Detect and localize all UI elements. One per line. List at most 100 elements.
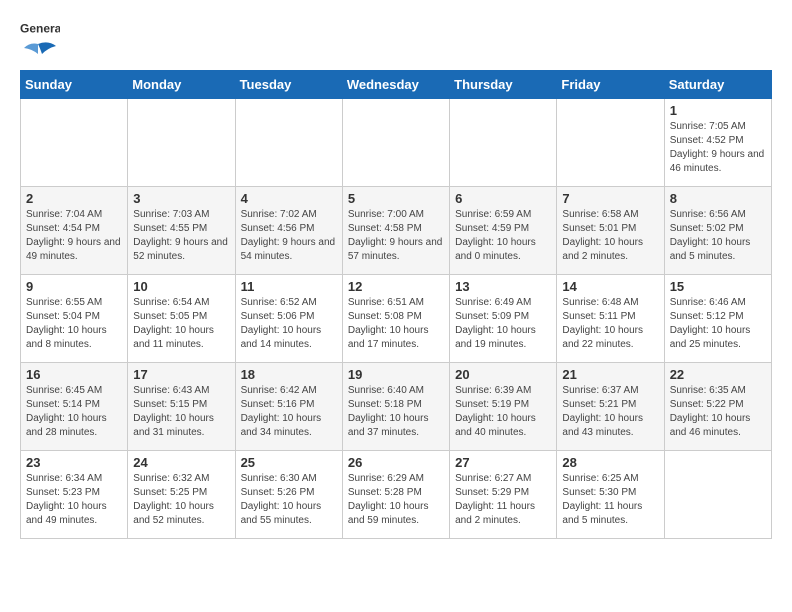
calendar-week-row: 23 Sunrise: 6:34 AM Sunset: 5:23 PM Dayli…: [21, 451, 772, 539]
calendar-cell: 5Sunrise: 7:00 AM Sunset: 4:58 PM Daylig…: [342, 187, 449, 275]
calendar-week-row: 2 Sunrise: 7:04 AM Sunset: 4:54 PM Daylig…: [21, 187, 772, 275]
header: General: [20, 20, 772, 62]
day-header-monday: Monday: [128, 71, 235, 99]
day-number: 22: [670, 367, 766, 382]
calendar-cell: [664, 451, 771, 539]
calendar-cell: [235, 99, 342, 187]
day-info: Sunrise: 7:05 AM Sunset: 4:52 PM Dayligh…: [670, 120, 766, 176]
day-info: Sunrise: 6:54 AM Sunset: 5:05 PM Dayligh…: [133, 296, 229, 352]
day-number: 9: [26, 279, 122, 294]
calendar-cell: 3 Sunrise: 7:03 AM Sunset: 4:55 PM Daylig…: [128, 187, 235, 275]
calendar-cell: 19 Sunrise: 6:40 AM Sunset: 5:18 PM Dayli…: [342, 363, 449, 451]
day-info: Sunrise: 6:34 AM Sunset: 5:23 PM Dayligh…: [26, 472, 122, 528]
calendar-cell: 16 Sunrise: 6:45 AM Sunset: 5:14 PM Dayli…: [21, 363, 128, 451]
calendar-cell: 1 Sunrise: 7:05 AM Sunset: 4:52 PM Daylig…: [664, 99, 771, 187]
calendar-cell: 25 Sunrise: 6:30 AM Sunset: 5:26 PM Dayli…: [235, 451, 342, 539]
day-info: Sunrise: 7:03 AM Sunset: 4:55 PM Dayligh…: [133, 208, 229, 264]
calendar-cell: [557, 99, 664, 187]
day-info: Sunrise: 6:27 AM Sunset: 5:29 PM Dayligh…: [455, 472, 551, 528]
day-header-wednesday: Wednesday: [342, 71, 449, 99]
day-number: 27: [455, 455, 551, 470]
day-number: 1: [670, 103, 766, 118]
day-header-sunday: Sunday: [21, 71, 128, 99]
calendar-cell: 11Sunrise: 6:52 AM Sunset: 5:06 PM Dayli…: [235, 275, 342, 363]
day-info: Sunrise: 6:49 AM Sunset: 5:09 PM Dayligh…: [455, 296, 551, 352]
day-number: 8: [670, 191, 766, 206]
day-number: 21: [562, 367, 658, 382]
day-info: Sunrise: 6:58 AM Sunset: 5:01 PM Dayligh…: [562, 208, 658, 264]
calendar-cell: 20 Sunrise: 6:39 AM Sunset: 5:19 PM Dayli…: [450, 363, 557, 451]
day-number: 23: [26, 455, 122, 470]
calendar-cell: 26Sunrise: 6:29 AM Sunset: 5:28 PM Dayli…: [342, 451, 449, 539]
day-info: Sunrise: 6:37 AM Sunset: 5:21 PM Dayligh…: [562, 384, 658, 440]
day-info: Sunrise: 7:02 AM Sunset: 4:56 PM Dayligh…: [241, 208, 337, 264]
calendar-cell: 28Sunrise: 6:25 AM Sunset: 5:30 PM Dayli…: [557, 451, 664, 539]
day-info: Sunrise: 6:32 AM Sunset: 5:25 PM Dayligh…: [133, 472, 229, 528]
day-number: 24: [133, 455, 229, 470]
calendar-week-row: 1 Sunrise: 7:05 AM Sunset: 4:52 PM Daylig…: [21, 99, 772, 187]
calendar-cell: 2 Sunrise: 7:04 AM Sunset: 4:54 PM Daylig…: [21, 187, 128, 275]
day-header-thursday: Thursday: [450, 71, 557, 99]
calendar-cell: 12 Sunrise: 6:51 AM Sunset: 5:08 PM Dayli…: [342, 275, 449, 363]
day-info: Sunrise: 6:30 AM Sunset: 5:26 PM Dayligh…: [241, 472, 337, 528]
day-number: 4: [241, 191, 337, 206]
day-info: Sunrise: 7:04 AM Sunset: 4:54 PM Dayligh…: [26, 208, 122, 264]
day-number: 10: [133, 279, 229, 294]
day-header-friday: Friday: [557, 71, 664, 99]
calendar-cell: 24 Sunrise: 6:32 AM Sunset: 5:25 PM Dayli…: [128, 451, 235, 539]
calendar: SundayMondayTuesdayWednesdayThursdayFrid…: [20, 70, 772, 539]
day-number: 12: [348, 279, 444, 294]
day-info: Sunrise: 6:55 AM Sunset: 5:04 PM Dayligh…: [26, 296, 122, 352]
day-header-saturday: Saturday: [664, 71, 771, 99]
calendar-cell: [128, 99, 235, 187]
calendar-cell: 8 Sunrise: 6:56 AM Sunset: 5:02 PM Daylig…: [664, 187, 771, 275]
calendar-cell: [21, 99, 128, 187]
calendar-cell: 13 Sunrise: 6:49 AM Sunset: 5:09 PM Dayli…: [450, 275, 557, 363]
day-info: Sunrise: 6:46 AM Sunset: 5:12 PM Dayligh…: [670, 296, 766, 352]
day-number: 13: [455, 279, 551, 294]
day-info: Sunrise: 6:40 AM Sunset: 5:18 PM Dayligh…: [348, 384, 444, 440]
day-info: Sunrise: 6:59 AM Sunset: 4:59 PM Dayligh…: [455, 208, 551, 264]
day-number: 19: [348, 367, 444, 382]
day-number: 2: [26, 191, 122, 206]
svg-text:General: General: [20, 22, 60, 36]
day-number: 25: [241, 455, 337, 470]
calendar-cell: 7 Sunrise: 6:58 AM Sunset: 5:01 PM Daylig…: [557, 187, 664, 275]
logo-icon: General: [20, 20, 60, 38]
calendar-cell: 22 Sunrise: 6:35 AM Sunset: 5:22 PM Dayli…: [664, 363, 771, 451]
day-number: 14: [562, 279, 658, 294]
logo: General: [20, 20, 60, 62]
logo-bird-icon: [20, 40, 58, 62]
day-info: Sunrise: 6:56 AM Sunset: 5:02 PM Dayligh…: [670, 208, 766, 264]
day-number: 6: [455, 191, 551, 206]
day-info: Sunrise: 6:42 AM Sunset: 5:16 PM Dayligh…: [241, 384, 337, 440]
calendar-cell: 4 Sunrise: 7:02 AM Sunset: 4:56 PM Daylig…: [235, 187, 342, 275]
calendar-cell: [342, 99, 449, 187]
day-info: Sunrise: 7:00 AM Sunset: 4:58 PM Dayligh…: [348, 208, 444, 264]
day-info: Sunrise: 6:29 AM Sunset: 5:28 PM Dayligh…: [348, 472, 444, 528]
day-number: 20: [455, 367, 551, 382]
day-info: Sunrise: 6:52 AM Sunset: 5:06 PM Dayligh…: [241, 296, 337, 352]
calendar-cell: 14Sunrise: 6:48 AM Sunset: 5:11 PM Dayli…: [557, 275, 664, 363]
day-number: 3: [133, 191, 229, 206]
calendar-cell: 18 Sunrise: 6:42 AM Sunset: 5:16 PM Dayli…: [235, 363, 342, 451]
day-info: Sunrise: 6:45 AM Sunset: 5:14 PM Dayligh…: [26, 384, 122, 440]
calendar-header-row: SundayMondayTuesdayWednesdayThursdayFrid…: [21, 71, 772, 99]
calendar-cell: 21 Sunrise: 6:37 AM Sunset: 5:21 PM Dayli…: [557, 363, 664, 451]
day-number: 7: [562, 191, 658, 206]
calendar-week-row: 9 Sunrise: 6:55 AM Sunset: 5:04 PM Daylig…: [21, 275, 772, 363]
day-number: 18: [241, 367, 337, 382]
day-number: 16: [26, 367, 122, 382]
calendar-cell: 6 Sunrise: 6:59 AM Sunset: 4:59 PM Daylig…: [450, 187, 557, 275]
day-info: Sunrise: 6:43 AM Sunset: 5:15 PM Dayligh…: [133, 384, 229, 440]
day-info: Sunrise: 6:25 AM Sunset: 5:30 PM Dayligh…: [562, 472, 658, 528]
day-info: Sunrise: 6:39 AM Sunset: 5:19 PM Dayligh…: [455, 384, 551, 440]
calendar-cell: [450, 99, 557, 187]
day-info: Sunrise: 6:35 AM Sunset: 5:22 PM Dayligh…: [670, 384, 766, 440]
day-info: Sunrise: 6:51 AM Sunset: 5:08 PM Dayligh…: [348, 296, 444, 352]
calendar-cell: 15Sunrise: 6:46 AM Sunset: 5:12 PM Dayli…: [664, 275, 771, 363]
calendar-cell: 27 Sunrise: 6:27 AM Sunset: 5:29 PM Dayli…: [450, 451, 557, 539]
calendar-cell: 23 Sunrise: 6:34 AM Sunset: 5:23 PM Dayli…: [21, 451, 128, 539]
calendar-cell: 10 Sunrise: 6:54 AM Sunset: 5:05 PM Dayli…: [128, 275, 235, 363]
day-number: 17: [133, 367, 229, 382]
